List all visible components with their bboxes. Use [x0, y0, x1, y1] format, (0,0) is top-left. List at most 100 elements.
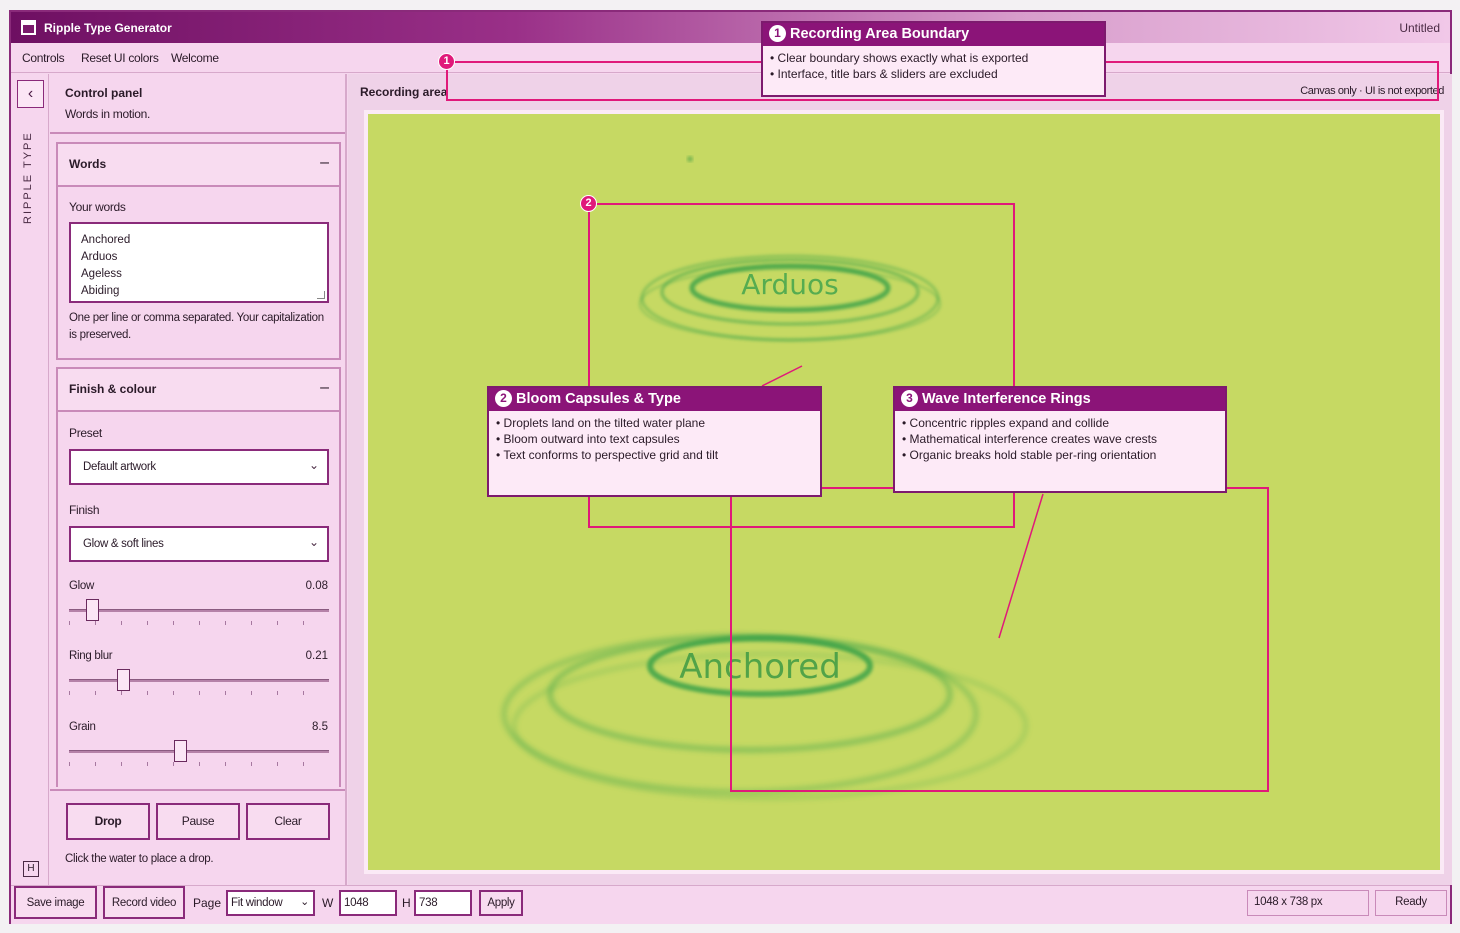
chevron-down-icon: ⌄: [308, 535, 319, 549]
callout-number: 1: [769, 25, 786, 42]
callout-title: Bloom Capsules & Type: [516, 391, 681, 407]
callout-bullet: • Concentric ripples expand and collide: [902, 416, 1109, 430]
callout-number: 2: [495, 390, 512, 407]
words-header-label: Words: [69, 157, 107, 171]
grain-slider-track[interactable]: [69, 750, 329, 753]
callout-marker-2: 2: [580, 195, 597, 212]
drop-button[interactable]: Drop: [66, 803, 150, 840]
drop-hint: Click the water to place a drop.: [65, 853, 214, 865]
word-line: Anchored: [81, 234, 131, 246]
words-textarea[interactable]: Anchored Arduos Ageless Abiding: [69, 222, 329, 303]
action-bar: Drop Pause Clear Click the water to plac…: [50, 789, 345, 885]
panel-header: Control panel Words in motion.: [50, 74, 345, 134]
canvas-word-anchored: Anchored: [679, 647, 841, 687]
title-bar: Ripple Type Generator Untitled: [11, 12, 1450, 43]
preset-select[interactable]: Default artwork ⌄: [69, 449, 329, 485]
status-readout: Ready: [1375, 890, 1447, 916]
menu-bar: Controls Reset UI colors Welcome: [11, 43, 1450, 73]
menu-reset-ui-colors[interactable]: Reset UI colors: [81, 51, 159, 65]
words-section: Words – Your words Anchored Arduos Agele…: [56, 142, 341, 360]
recording-area-label: Recording area: [360, 85, 448, 99]
ring-blur-value: 0.21: [305, 650, 328, 662]
ring-blur-slider-ticks: [69, 691, 329, 695]
page-select-value: Fit window: [231, 897, 283, 909]
record-video-button[interactable]: Record video: [103, 886, 185, 919]
ring-blur-slider-thumb[interactable]: [117, 669, 131, 691]
callout-header: 3 Wave Interference Rings: [895, 388, 1225, 411]
glow-slider-thumb[interactable]: [85, 599, 99, 621]
collapse-icon[interactable]: –: [320, 154, 329, 172]
rail-label: RIPPLE TYPE: [22, 131, 34, 224]
document-name: Untitled: [1399, 21, 1440, 35]
help-key-icon[interactable]: H: [23, 861, 39, 877]
resize-grip-icon[interactable]: [317, 291, 325, 299]
your-words-label: Your words: [69, 200, 126, 214]
callout-title: Wave Interference Rings: [922, 391, 1091, 407]
callout-title: Recording Area Boundary: [790, 26, 970, 42]
canvas-word-arduos: Arduos: [741, 268, 838, 301]
glow-slider-track[interactable]: [69, 609, 329, 612]
status-bar: Save image Record video Page Fit window …: [11, 885, 1450, 924]
glow-label: Glow: [69, 580, 95, 592]
ring-blur-slider-track[interactable]: [69, 679, 329, 682]
height-input[interactable]: 738: [414, 890, 472, 916]
word-line: Arduos: [81, 251, 118, 263]
grain-slider-thumb[interactable]: [174, 740, 188, 762]
callout-number: 3: [901, 390, 918, 407]
chevron-down-icon: ⌄: [308, 458, 319, 472]
control-panel: Control panel Words in motion. Words – Y…: [50, 74, 347, 885]
callout-bullet: • Droplets land on the tilted water plan…: [496, 416, 706, 430]
side-rail: ‹ RIPPLE TYPE H: [11, 74, 49, 885]
callout-wave-rings: 3 Wave Interference Rings • Concentric ri…: [893, 386, 1227, 493]
callout-bullet: • Mathematical interference creates wave…: [902, 432, 1157, 446]
callout-bullet: • Organic breaks hold stable per-ring or…: [902, 448, 1157, 462]
callout-header: 1 Recording Area Boundary: [763, 23, 1104, 46]
grain-label: Grain: [69, 721, 96, 733]
save-image-button[interactable]: Save image: [14, 886, 97, 919]
clear-button[interactable]: Clear: [246, 803, 330, 840]
callout-bullet: • Clear boundary shows exactly what is e…: [770, 51, 1029, 65]
height-label: H: [402, 896, 411, 910]
glow-value: 0.08: [305, 580, 328, 592]
menu-welcome[interactable]: Welcome: [171, 51, 219, 65]
word-line: Ageless: [81, 268, 122, 280]
width-input[interactable]: 1048: [339, 890, 397, 916]
callout-bloom-capsules: 2 Bloom Capsules & Type • Droplets land o…: [487, 386, 822, 497]
callout-header: 2 Bloom Capsules & Type: [489, 388, 820, 411]
finish-label: Finish: [69, 503, 100, 517]
callout-marker-1: 1: [438, 53, 455, 70]
finish-section: Finish & colour – Preset Default artwork…: [56, 367, 341, 787]
droplet: [687, 156, 693, 162]
callout-recording-boundary: 1 Recording Area Boundary • Clear boundar…: [761, 21, 1106, 97]
chevron-down-icon: ⌄: [300, 896, 309, 908]
apply-button[interactable]: Apply: [479, 890, 523, 916]
pause-button[interactable]: Pause: [156, 803, 240, 840]
callout-bullet: • Bloom outward into text capsules: [496, 432, 680, 446]
preset-value: Default artwork: [83, 461, 156, 473]
menu-controls[interactable]: Controls: [22, 51, 65, 65]
width-label: W: [322, 896, 334, 910]
grain-value: 8.5: [312, 721, 328, 733]
finish-value: Glow & soft lines: [83, 538, 164, 550]
page-label: Page: [193, 896, 222, 910]
chevron-left-icon: ‹: [27, 85, 34, 102]
callout-bullet: • Text conforms to perspective grid and …: [496, 448, 719, 462]
glow-slider-ticks: [69, 621, 329, 625]
window-title: Ripple Type Generator: [44, 21, 172, 35]
panel-subtitle: Words in motion.: [65, 107, 151, 121]
finish-header-label: Finish & colour: [69, 382, 157, 396]
words-section-header[interactable]: Words –: [56, 142, 341, 187]
page-select[interactable]: Fit window ⌄: [226, 890, 315, 916]
grain-slider-ticks: [69, 762, 329, 766]
finish-select[interactable]: Glow & soft lines ⌄: [69, 526, 329, 562]
callout-bullet: • Interface, title bars & sliders are ex…: [770, 67, 998, 81]
panel-title: Control panel: [65, 86, 143, 100]
collapse-panel-button[interactable]: ‹: [17, 80, 44, 108]
ring-blur-label: Ring blur: [69, 650, 113, 662]
collapse-icon[interactable]: –: [320, 379, 329, 397]
app-icon: [21, 20, 36, 35]
canvas-size-readout: 1048 x 738 px: [1247, 890, 1369, 916]
export-note: Canvas only · UI is not exported: [1300, 85, 1444, 97]
finish-section-header[interactable]: Finish & colour –: [56, 367, 341, 412]
words-help-text: One per line or comma separated. Your ca…: [69, 312, 324, 341]
